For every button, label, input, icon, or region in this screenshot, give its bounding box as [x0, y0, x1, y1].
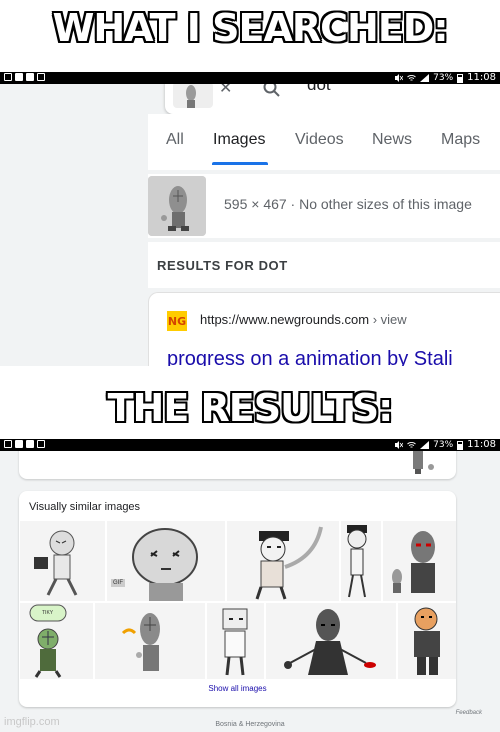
search-result-card[interactable]: NG https://www.newgrounds.com › view pro…: [148, 292, 500, 366]
previous-result-card[interactable]: [19, 451, 456, 479]
battery-percent: 73%: [433, 73, 454, 83]
previous-result-image: [413, 451, 434, 474]
messages-icon: [37, 440, 45, 448]
gallery-icon: [4, 73, 12, 81]
notification-icon: [15, 440, 23, 448]
battery-icon: [457, 440, 464, 450]
result-url-path: › view: [372, 312, 407, 327]
result-url-host: https://www.newgrounds.com: [200, 312, 370, 327]
similar-image-tile[interactable]: [227, 521, 339, 601]
feedback-link[interactable]: Feedback: [456, 710, 482, 716]
search-bar[interactable]: ✕ dot: [165, 84, 500, 114]
meme-image: WHAT I SEARCHED: 73% 11:08 ✕ dot All Ima…: [0, 0, 500, 732]
footer-location: Bosnia & Herzegovina: [215, 721, 285, 728]
query-image-thumbnail[interactable]: [173, 84, 213, 108]
gallery-icon: [4, 440, 12, 448]
similar-image-tile[interactable]: GIF: [107, 521, 225, 601]
similar-image-tile[interactable]: [20, 521, 105, 601]
wifi-icon: [407, 442, 416, 448]
search-input[interactable]: dot: [307, 84, 331, 95]
tab-images[interactable]: Images: [213, 131, 265, 149]
tab-news[interactable]: News: [372, 131, 412, 149]
notification-icon: [15, 73, 23, 81]
clock: 11:08: [467, 439, 496, 450]
result-url[interactable]: https://www.newgrounds.com › view: [200, 312, 407, 327]
gif-badge: GIF: [111, 579, 125, 587]
status-bar: 73% 11:08: [0, 439, 500, 451]
similar-image-tile[interactable]: [341, 521, 381, 601]
video-icon: [26, 73, 34, 81]
video-icon: [26, 440, 34, 448]
newgrounds-logo-icon: NG: [167, 311, 187, 331]
search-icon[interactable]: [263, 84, 281, 98]
battery-percent: 73%: [433, 440, 454, 450]
bottom-caption: THE RESULTS:: [107, 386, 394, 430]
results-header: RESULTS FOR DOT: [157, 258, 288, 273]
visually-similar-card: Visually similar images GIF TIKY Show al…: [19, 491, 456, 707]
battery-icon: [457, 73, 464, 83]
tab-maps[interactable]: Maps: [441, 131, 480, 149]
show-all-images-link[interactable]: Show all images: [19, 684, 456, 693]
section-title: Visually similar images: [29, 501, 141, 513]
wifi-icon: [407, 75, 416, 81]
similar-image-tile[interactable]: [207, 603, 264, 679]
signal-icon: [420, 441, 430, 449]
tab-all[interactable]: All: [166, 131, 184, 149]
query-image[interactable]: [148, 176, 206, 236]
imgflip-watermark: imgflip.com: [4, 716, 60, 728]
clock: 11:08: [467, 72, 496, 83]
similar-image-tile[interactable]: [383, 521, 456, 601]
search-screenshot: ✕ dot All Images Videos News Maps 595 × …: [0, 84, 500, 366]
tab-videos[interactable]: Videos: [295, 131, 344, 149]
similar-image-tile[interactable]: [95, 603, 205, 679]
similar-image-tile[interactable]: TIKY: [20, 603, 93, 679]
image-size-info: 595 × 467 · No other sizes of this image: [224, 196, 472, 212]
mute-icon: [395, 441, 404, 449]
results-header-box: RESULTS FOR DOT: [148, 242, 500, 288]
messages-icon: [37, 73, 45, 81]
similar-image-tile[interactable]: [398, 603, 456, 679]
search-tabs: All Images Videos News Maps: [148, 114, 500, 170]
query-image-row: 595 × 467 · No other sizes of this image: [148, 174, 500, 238]
active-tab-indicator: [212, 162, 268, 165]
mute-icon: [395, 74, 404, 82]
top-caption: WHAT I SEARCHED:: [52, 6, 448, 50]
tiny-label: TIKY: [42, 610, 54, 616]
signal-icon: [420, 74, 430, 82]
status-bar: 73% 11:08: [0, 72, 500, 84]
similar-image-tile[interactable]: [266, 603, 396, 679]
result-title-link[interactable]: progress on a animation by Stali: [167, 348, 453, 366]
close-icon[interactable]: ✕: [219, 84, 232, 98]
results-screenshot: Visually similar images GIF TIKY Show al…: [0, 451, 500, 732]
